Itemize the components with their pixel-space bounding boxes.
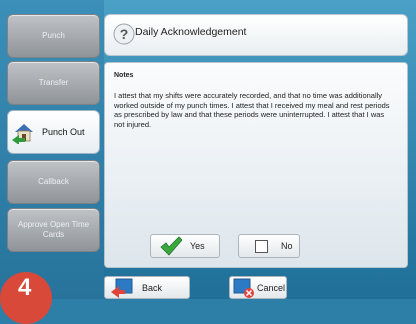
sidebar-item-punch[interactable]: Punch [7, 14, 100, 58]
yes-button[interactable]: Yes [150, 234, 220, 258]
cancel-button[interactable]: Cancel [229, 276, 287, 299]
svg-text:?: ? [120, 26, 129, 42]
house-exit-icon [12, 120, 36, 145]
sidebar-item-approve-open-time-cards[interactable]: Approve Open Time Cards [7, 208, 100, 252]
back-arrow-icon [111, 278, 133, 298]
question-icon: ? [113, 23, 135, 45]
no-label: No [281, 241, 293, 251]
sidebar-item-label: Approve Open Time Cards [17, 220, 90, 239]
back-label: Back [142, 282, 163, 293]
notes-label: Notes [114, 72, 134, 79]
sidebar-item-label: Punch [42, 31, 65, 40]
notes-text: I attest that my shifts were accurately … [114, 91, 390, 129]
checkmark-icon [160, 236, 182, 256]
back-button[interactable]: Back [104, 276, 190, 299]
sidebar-item-transfer[interactable]: Transfer [7, 61, 100, 105]
dialog-header: ? Daily Acknowledgement [104, 14, 408, 56]
sidebar-item-punch-out[interactable]: Punch Out [7, 110, 100, 154]
yes-label: Yes [190, 241, 205, 251]
sidebar-item-label: Callback [38, 177, 69, 186]
no-button[interactable]: No [238, 234, 300, 258]
step-badge-number: 4 [18, 274, 32, 301]
cancel-label: Cancel [257, 282, 286, 293]
checkbox-icon [255, 239, 268, 253]
dialog-title: Daily Acknowledgement [135, 26, 247, 38]
step-badge: 4 [0, 272, 52, 324]
sidebar: Punch Transfer Punch Out Callback Approv… [0, 0, 104, 299]
sidebar-item-label: Punch Out [42, 127, 85, 137]
cancel-icon [233, 278, 255, 298]
sidebar-item-label: Transfer [38, 78, 69, 87]
sidebar-item-callback[interactable]: Callback [7, 160, 100, 204]
